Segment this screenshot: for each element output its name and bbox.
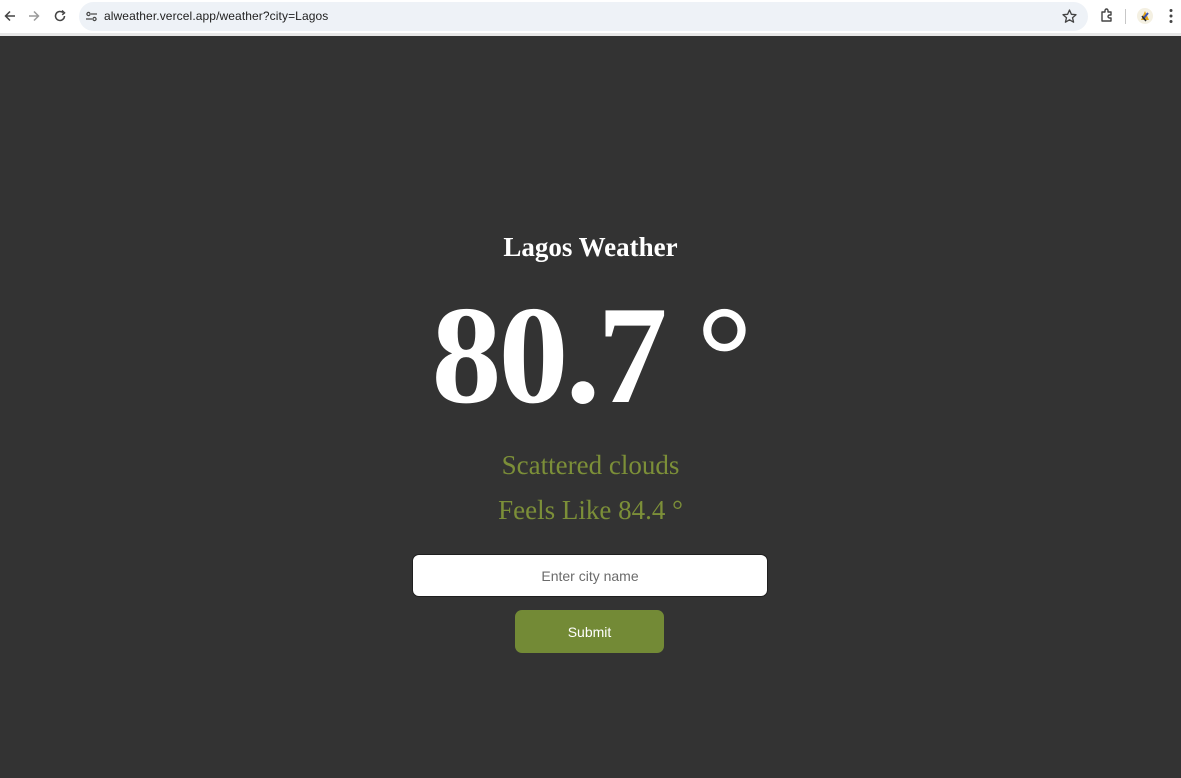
address-bar[interactable]: alweather.vercel.app/weather?city=Lagos [79,2,1088,31]
feels-like-text: Feels Like 84.4 ° [498,495,683,525]
site-info-icon[interactable] [83,8,100,25]
city-search-input[interactable] [412,554,768,597]
bookmark-star-icon[interactable] [1061,8,1078,25]
reload-icon[interactable] [50,6,70,26]
weather-description: Scattered clouds [501,450,680,480]
toolbar-divider [1125,9,1126,24]
submit-button[interactable]: Submit [515,610,664,653]
browser-toolbar: alweather.vercel.app/weather?city=Lagos [0,0,1181,36]
forward-arrow-icon[interactable] [24,6,44,26]
page-title: Lagos Weather [503,232,678,262]
url-text[interactable]: alweather.vercel.app/weather?city=Lagos [104,9,328,23]
extensions-icon[interactable] [1098,7,1116,25]
back-arrow-icon[interactable] [0,6,20,26]
more-menu-icon[interactable] [1162,7,1180,25]
weather-page: Lagos Weather 80.7 ° Scattered clouds Fe… [0,36,1181,778]
temperature-display: 80.7 ° [431,278,753,433]
profile-avatar-icon[interactable] [1136,7,1154,25]
